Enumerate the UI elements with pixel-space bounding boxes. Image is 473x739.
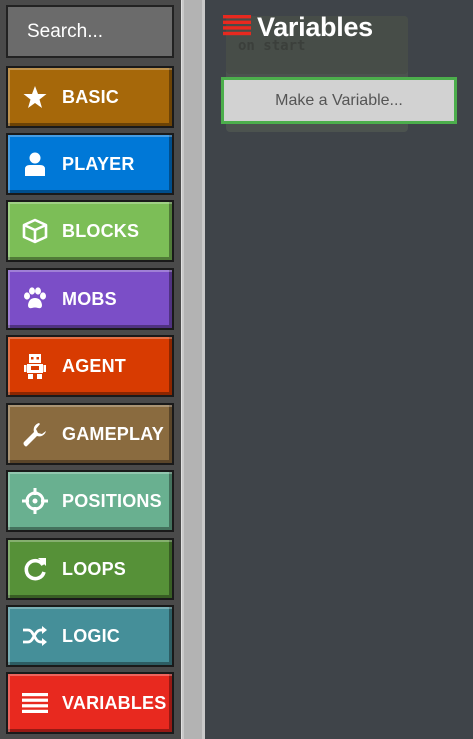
- list-lines-icon: [8, 674, 62, 732]
- category-label: AGENT: [62, 355, 126, 376]
- scrollbar-thumb[interactable]: [184, 0, 202, 739]
- category-player[interactable]: PLAYER: [6, 133, 174, 195]
- paw-icon: [8, 270, 62, 328]
- wrench-icon: [8, 405, 62, 463]
- category-label: BLOCKS: [62, 220, 140, 241]
- variables-flyout: on start Variables Make a Variable...: [205, 0, 473, 739]
- category-label: LOOPS: [62, 558, 127, 579]
- category-label: POSITIONS: [62, 490, 162, 511]
- star-icon: [8, 68, 62, 126]
- category-basic[interactable]: BASIC: [6, 66, 174, 128]
- toolbox: BASIC PLAYER BLOCKS MOBS AGENT GAMEPLAY: [0, 0, 292, 739]
- person-icon: [8, 135, 62, 193]
- category-gameplay[interactable]: GAMEPLAY: [6, 403, 174, 465]
- list-lines-icon: [223, 14, 251, 41]
- category-loops[interactable]: LOOPS: [6, 538, 174, 600]
- make-variable-button[interactable]: Make a Variable...: [221, 77, 457, 124]
- robot-icon: [8, 337, 62, 395]
- category-label: GAMEPLAY: [62, 423, 164, 444]
- category-label: PLAYER: [62, 153, 135, 174]
- category-label: MOBS: [62, 288, 117, 309]
- loop-arrow-icon: [8, 540, 62, 598]
- shuffle-icon: [8, 607, 62, 665]
- flyout-title-text: Variables: [257, 12, 373, 42]
- toolbox-scrollbar[interactable]: [181, 0, 205, 739]
- category-mobs[interactable]: MOBS: [6, 268, 174, 330]
- category-logic[interactable]: LOGIC: [6, 605, 174, 667]
- search-box[interactable]: [6, 5, 292, 58]
- category-blocks[interactable]: BLOCKS: [6, 200, 174, 262]
- category-agent[interactable]: AGENT: [6, 335, 174, 397]
- category-label: LOGIC: [62, 625, 120, 646]
- category-positions[interactable]: POSITIONS: [6, 470, 174, 532]
- crosshair-icon: [8, 472, 62, 530]
- cube-icon: [8, 202, 62, 260]
- category-label: BASIC: [62, 86, 120, 107]
- flyout-title: Variables: [223, 12, 373, 43]
- category-variables[interactable]: VARIABLES: [6, 672, 174, 734]
- category-label: VARIABLES: [62, 692, 167, 713]
